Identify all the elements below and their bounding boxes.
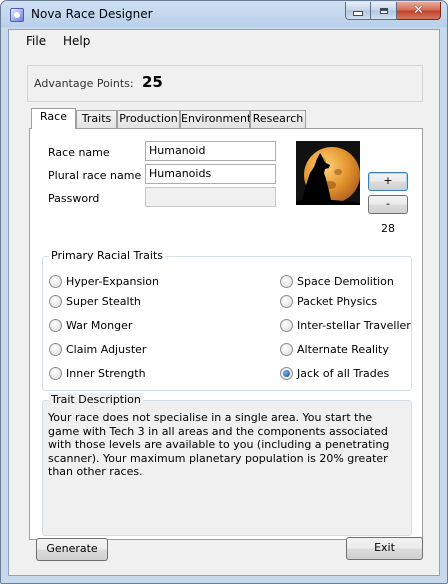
radio-super-stealth[interactable]: Super Stealth [49, 295, 141, 309]
primary-racial-traits-title: Primary Racial Traits [49, 249, 166, 262]
menu-bar: File Help [9, 30, 439, 52]
advantage-points-value: 25 [142, 73, 163, 91]
tab-race[interactable]: Race [31, 108, 76, 129]
race-name-input[interactable]: Humanoid [145, 141, 276, 161]
advantage-points-panel: Advantage Points: 25 [27, 65, 423, 102]
main-window: Nova Race Designer ✕ File Help Advantage… [0, 0, 448, 584]
radio-hyper-expansion[interactable]: Hyper-Expansion [49, 275, 159, 289]
password-input[interactable] [145, 187, 276, 207]
tab-environment[interactable]: Environment [180, 110, 251, 128]
client-area: File Help Advantage Points: 25 Race Trai… [8, 29, 440, 576]
radio-packet-physics[interactable]: Packet Physics [280, 295, 377, 309]
window-title: Nova Race Designer [31, 7, 153, 21]
radio-inter-stellar-traveller[interactable]: Inter-stellar Traveller [280, 319, 411, 333]
radio-alternate-reality[interactable]: Alternate Reality [280, 343, 389, 357]
maximize-icon [379, 7, 388, 14]
minimize-button[interactable] [345, 2, 371, 20]
previous-portrait-button[interactable]: - [368, 195, 408, 214]
radio-space-demolition[interactable]: Space Demolition [280, 275, 394, 289]
close-button[interactable]: ✕ [397, 2, 441, 20]
generate-button[interactable]: Generate [36, 538, 108, 561]
radio-inner-strength[interactable]: Inner Strength [49, 367, 146, 381]
plural-race-name-label: Plural race name [48, 169, 142, 182]
menu-file[interactable]: File [26, 34, 46, 48]
trait-description-text: Your race does not specialise in a singl… [48, 411, 390, 478]
minimize-icon [353, 11, 363, 16]
plural-race-name-input[interactable]: Humanoids [145, 164, 276, 184]
race-name-label: Race name [48, 146, 110, 159]
advantage-points-label: Advantage Points: [34, 77, 134, 90]
radio-war-monger[interactable]: War Monger [49, 319, 132, 333]
race-tab-panel: Race name Humanoid Plural race name Huma… [29, 128, 423, 540]
radio-claim-adjuster[interactable]: Claim Adjuster [49, 343, 146, 357]
trait-description-title: Trait Description [49, 393, 143, 406]
password-label: Password [48, 192, 100, 205]
howling-wolf-icon [296, 153, 360, 205]
menu-help[interactable]: Help [63, 34, 90, 48]
race-portrait-image [296, 141, 360, 205]
exit-button[interactable]: Exit [346, 537, 423, 560]
app-icon [10, 8, 24, 22]
caption-buttons: ✕ [345, 2, 441, 21]
radio-jack-of-all-trades[interactable]: Jack of all Trades [280, 367, 389, 381]
trait-description-group: Trait Description Your race does not spe… [42, 393, 412, 536]
close-icon: ✕ [413, 3, 424, 18]
portrait-number: 28 [381, 222, 395, 235]
next-portrait-button[interactable]: + [368, 172, 408, 191]
tab-research[interactable]: Research [250, 110, 306, 128]
primary-racial-traits-group: Primary Racial Traits Hyper-Expansion Su… [42, 249, 412, 391]
maximize-button[interactable] [371, 2, 397, 20]
tab-production[interactable]: Production [117, 110, 180, 128]
tab-traits[interactable]: Traits [76, 110, 117, 128]
title-bar[interactable]: Nova Race Designer ✕ [1, 1, 447, 29]
